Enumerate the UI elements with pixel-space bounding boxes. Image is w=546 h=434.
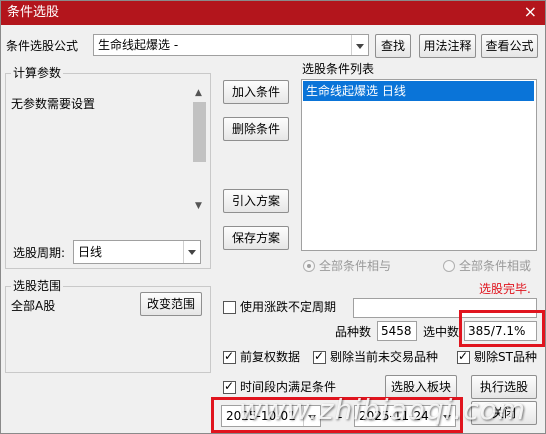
selected-count-label: 选中数 — [423, 325, 460, 339]
total-count-value: 5458 — [377, 321, 417, 341]
find-button[interactable]: 查找 — [375, 34, 411, 58]
usage-notes-button[interactable]: 用法注释 — [419, 34, 476, 58]
scroll-thumb[interactable] — [193, 102, 206, 162]
exclude-untraded-label: 剔除当前未交易品种 — [330, 350, 439, 364]
formula-combo-value: 生命线起爆选 - — [98, 38, 179, 52]
save-plan-button[interactable]: 保存方案 — [223, 226, 289, 250]
formula-label: 条件选股公式 — [6, 39, 79, 53]
condition-listbox[interactable] — [301, 79, 537, 251]
selected-count-highlight — [459, 310, 545, 347]
window-title: 条件选股 — [7, 5, 60, 20]
or-radio-label: 全部条件相或 — [459, 259, 532, 273]
forward-adjust-checkbox[interactable] — [223, 349, 236, 364]
chevron-down-icon[interactable] — [183, 241, 200, 263]
params-scrollbar[interactable]: ▲ ▼ — [191, 88, 208, 215]
and-radio-label: 全部条件相与 — [319, 259, 392, 273]
view-formula-button[interactable]: 查看公式 — [481, 34, 538, 58]
delete-condition-button[interactable]: 删除条件 — [223, 117, 289, 141]
scroll-down-icon[interactable]: ▼ — [195, 201, 202, 211]
condition-list-title: 选股条件列表 — [302, 62, 375, 76]
condition-list-item[interactable]: 生命线起爆选 日线 — [303, 81, 534, 101]
or-radio[interactable] — [443, 260, 455, 272]
exclude-st-checkbox[interactable] — [457, 349, 470, 364]
import-plan-button[interactable]: 引入方案 — [223, 189, 289, 213]
formula-combo[interactable]: 生命线起爆选 - — [93, 34, 369, 56]
scope-title: 选股范围 — [11, 278, 64, 294]
chevron-down-icon[interactable] — [351, 35, 368, 55]
status-text: 选股完毕. — [479, 282, 531, 296]
no-params-text: 无参数需要设置 — [11, 97, 96, 111]
title-bar[interactable]: 条件选股 × — [1, 1, 545, 25]
change-scope-button[interactable]: 改变范围 — [140, 292, 202, 316]
period-label: 选股周期: — [13, 246, 66, 260]
period-combo-value: 日线 — [78, 245, 103, 259]
period-satisfy-checkbox[interactable] — [223, 379, 236, 394]
irregular-period-label: 使用涨跌不定周期 — [240, 300, 337, 314]
exclude-st-label: 剔除ST品种 — [474, 350, 537, 364]
scope-value: 全部A股 — [11, 299, 56, 313]
dialog-window: 条件选股 × 条件选股公式 生命线起爆选 - 查找 用法注释 查看公式 计算参数… — [0, 0, 546, 434]
forward-adjust-label: 前复权数据 — [240, 350, 301, 364]
exclude-untraded-checkbox[interactable] — [313, 349, 326, 364]
add-condition-button[interactable]: 加入条件 — [223, 80, 289, 104]
total-count-label: 品种数 — [335, 325, 372, 339]
and-radio[interactable] — [303, 260, 315, 272]
scroll-up-icon[interactable]: ▲ — [195, 88, 202, 98]
calc-params-title: 计算参数 — [11, 65, 64, 81]
site-watermark: www.zhibiaoqi.com — [239, 393, 527, 426]
irregular-period-checkbox[interactable] — [223, 301, 236, 314]
close-icon[interactable]: × — [524, 3, 537, 21]
period-combo[interactable]: 日线 — [73, 240, 201, 264]
